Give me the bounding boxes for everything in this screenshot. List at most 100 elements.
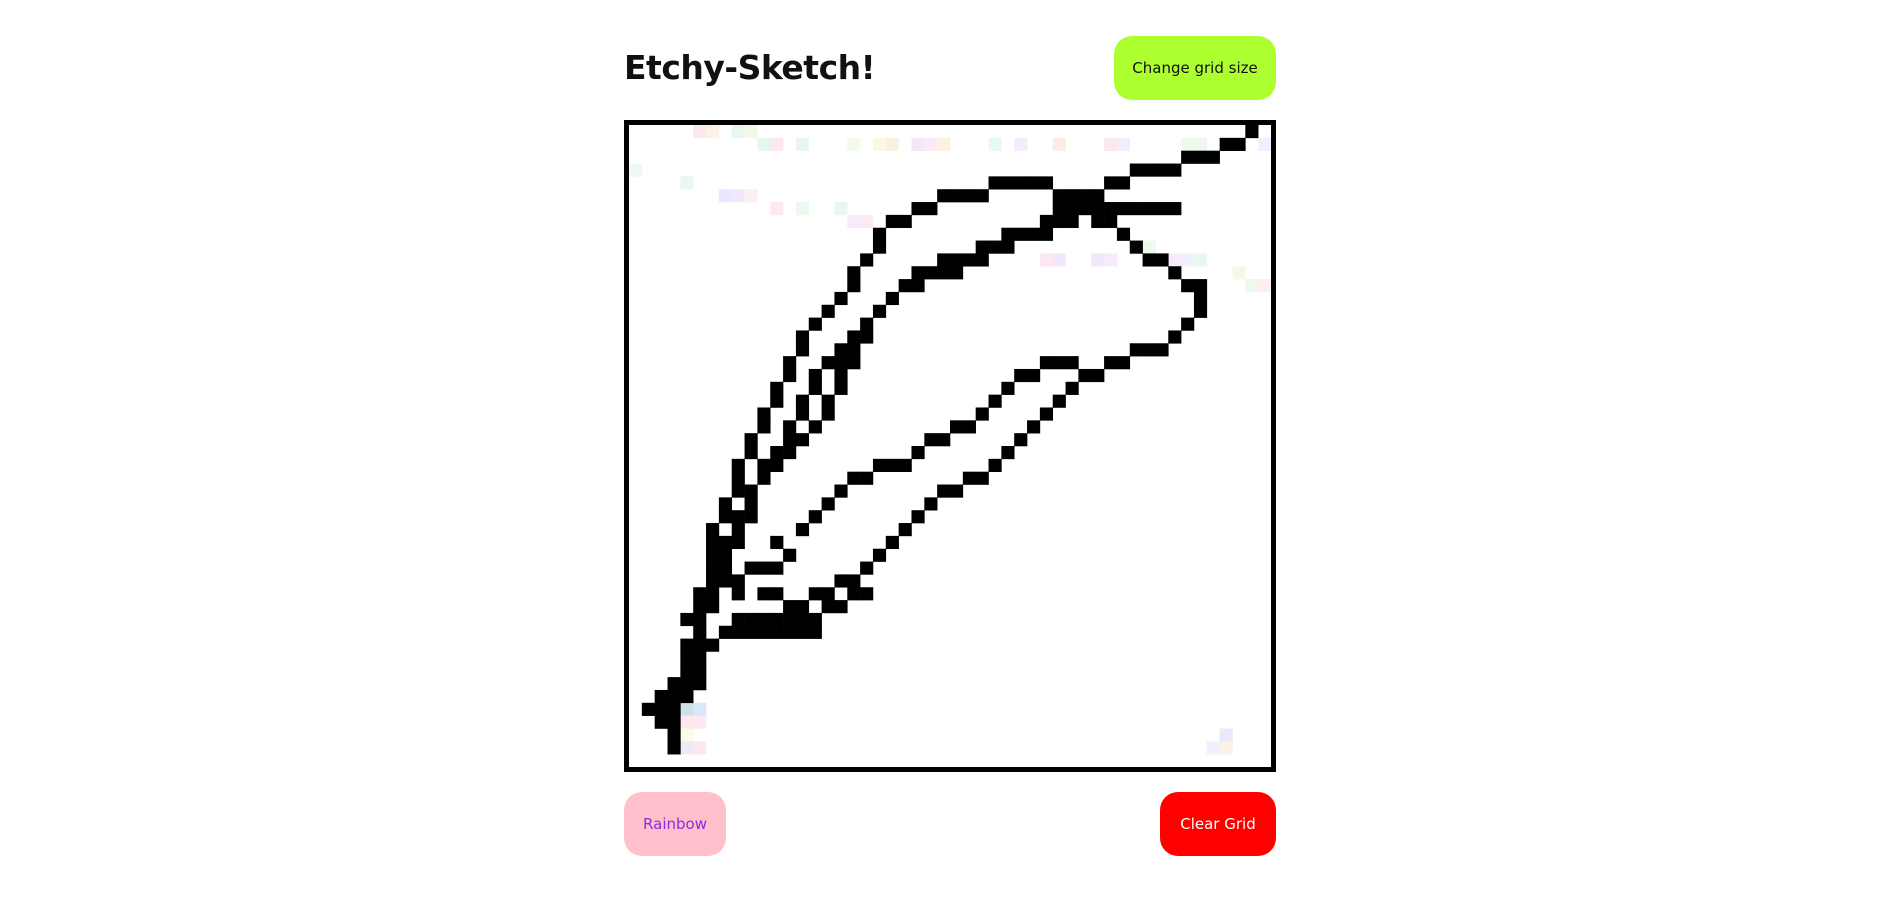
- grid-cell-tinted[interactable]: [757, 137, 771, 151]
- grid-cell-inked[interactable]: [1039, 214, 1054, 229]
- grid-cell-tinted[interactable]: [1091, 253, 1105, 267]
- grid-cell-tinted[interactable]: [1014, 137, 1028, 151]
- grid-cell-inked[interactable]: [834, 600, 848, 614]
- grid-cell-inked[interactable]: [680, 612, 694, 627]
- grid-cell-tinted[interactable]: [1193, 253, 1208, 267]
- grid-cell-inked[interactable]: [937, 253, 951, 267]
- grid-cell-tinted[interactable]: [1052, 253, 1066, 267]
- grid-cell-inked[interactable]: [1078, 368, 1092, 383]
- grid-cell-inked[interactable]: [1001, 240, 1015, 254]
- grid-cell-inked[interactable]: [770, 381, 784, 395]
- grid-cell-inked[interactable]: [718, 510, 733, 524]
- grid-cell-tinted[interactable]: [693, 741, 707, 755]
- grid-cell-inked[interactable]: [821, 497, 835, 511]
- grid-cell-inked[interactable]: [1091, 202, 1105, 216]
- grid-cell-inked[interactable]: [1168, 202, 1182, 216]
- grid-cell-inked[interactable]: [706, 523, 720, 537]
- grid-cell-inked[interactable]: [898, 279, 912, 293]
- grid-cell-inked[interactable]: [988, 240, 1002, 254]
- grid-cell-inked[interactable]: [1039, 356, 1054, 370]
- grid-cell-inked[interactable]: [834, 291, 848, 306]
- grid-cell-inked[interactable]: [770, 625, 784, 639]
- grid-cell-inked[interactable]: [821, 356, 835, 370]
- grid-cell-tinted[interactable]: [1219, 728, 1233, 742]
- grid-cell-inked[interactable]: [847, 574, 861, 588]
- grid-cell-inked[interactable]: [706, 638, 720, 652]
- grid-cell-inked[interactable]: [744, 510, 758, 524]
- grid-cell-inked[interactable]: [911, 510, 925, 524]
- grid-cell-inked[interactable]: [1142, 202, 1156, 216]
- grid-cell-inked[interactable]: [950, 484, 964, 498]
- grid-cell-inked[interactable]: [731, 484, 745, 498]
- grid-cell-inked[interactable]: [924, 433, 938, 447]
- grid-cell-inked[interactable]: [1155, 253, 1169, 267]
- grid-cell-inked[interactable]: [718, 548, 733, 562]
- grid-cell-inked[interactable]: [911, 279, 925, 293]
- grid-cell-inked[interactable]: [680, 677, 694, 691]
- grid-cell-inked[interactable]: [731, 458, 745, 472]
- grid-cell-inked[interactable]: [1065, 202, 1079, 216]
- grid-cell-inked[interactable]: [962, 471, 976, 485]
- grid-cell-inked[interactable]: [1014, 433, 1028, 447]
- grid-cell-inked[interactable]: [950, 266, 964, 280]
- grid-cell-inked[interactable]: [898, 523, 912, 537]
- grid-cell-inked[interactable]: [1078, 202, 1092, 216]
- grid-cell-inked[interactable]: [962, 420, 976, 434]
- grid-cell-inked[interactable]: [1193, 279, 1208, 293]
- grid-cell-inked[interactable]: [770, 446, 784, 460]
- grid-cell-inked[interactable]: [1039, 227, 1054, 241]
- grid-cell-inked[interactable]: [821, 304, 835, 318]
- grid-cell-inked[interactable]: [795, 343, 810, 357]
- grid-cell-tinted[interactable]: [1104, 137, 1118, 151]
- grid-cell-inked[interactable]: [847, 279, 861, 293]
- grid-cell-inked[interactable]: [1219, 137, 1233, 151]
- grid-cell-inked[interactable]: [924, 202, 938, 216]
- grid-cell-tinted[interactable]: [693, 125, 707, 139]
- grid-cell-inked[interactable]: [834, 356, 848, 370]
- grid-cell-inked[interactable]: [847, 471, 861, 485]
- grid-cell-inked[interactable]: [693, 677, 707, 691]
- grid-cell-inked[interactable]: [872, 240, 887, 254]
- grid-cell-inked[interactable]: [770, 612, 784, 627]
- grid-cell-inked[interactable]: [1065, 214, 1079, 229]
- grid-cell-inked[interactable]: [757, 420, 771, 434]
- grid-cell-inked[interactable]: [808, 381, 822, 395]
- grid-cell-inked[interactable]: [667, 677, 681, 691]
- grid-cell-tinted[interactable]: [770, 202, 784, 216]
- grid-cell-tinted[interactable]: [680, 702, 694, 716]
- grid-cell-inked[interactable]: [1091, 214, 1105, 229]
- grid-cell-inked[interactable]: [1142, 163, 1156, 177]
- grid-cell-inked[interactable]: [654, 715, 668, 729]
- grid-cell-inked[interactable]: [1155, 163, 1169, 177]
- grid-cell-inked[interactable]: [962, 253, 976, 267]
- grid-cell-inked[interactable]: [860, 330, 874, 344]
- grid-cell-inked[interactable]: [834, 574, 848, 588]
- grid-cell-inked[interactable]: [821, 587, 835, 601]
- grid-cell-inked[interactable]: [1155, 343, 1169, 357]
- grid-cell-inked[interactable]: [860, 587, 874, 601]
- grid-cell-inked[interactable]: [795, 330, 810, 344]
- grid-cell-inked[interactable]: [1181, 317, 1195, 331]
- grid-cell-inked[interactable]: [1052, 214, 1066, 229]
- grid-cell-inked[interactable]: [988, 394, 1002, 408]
- grid-cell-inked[interactable]: [1168, 163, 1182, 177]
- grid-cell-inked[interactable]: [757, 587, 771, 601]
- grid-cell-tinted[interactable]: [1232, 266, 1246, 280]
- grid-cell-inked[interactable]: [860, 253, 874, 267]
- grid-cell-tinted[interactable]: [718, 189, 733, 203]
- grid-cell-inked[interactable]: [860, 317, 874, 331]
- grid-cell-inked[interactable]: [808, 317, 822, 331]
- grid-cell-inked[interactable]: [808, 625, 822, 639]
- grid-cell-inked[interactable]: [706, 600, 720, 614]
- grid-cell-inked[interactable]: [757, 561, 771, 575]
- grid-cell-inked[interactable]: [1232, 137, 1246, 151]
- grid-cell-inked[interactable]: [693, 625, 707, 639]
- grid-cell-inked[interactable]: [808, 420, 822, 434]
- grid-cell-inked[interactable]: [988, 458, 1002, 472]
- grid-cell-inked[interactable]: [718, 574, 733, 588]
- grid-cell-inked[interactable]: [731, 625, 745, 639]
- grid-cell-tinted[interactable]: [770, 137, 784, 151]
- grid-cell-inked[interactable]: [1027, 227, 1041, 241]
- grid-cell-inked[interactable]: [795, 407, 810, 421]
- clear-grid-button[interactable]: Clear Grid: [1160, 792, 1276, 856]
